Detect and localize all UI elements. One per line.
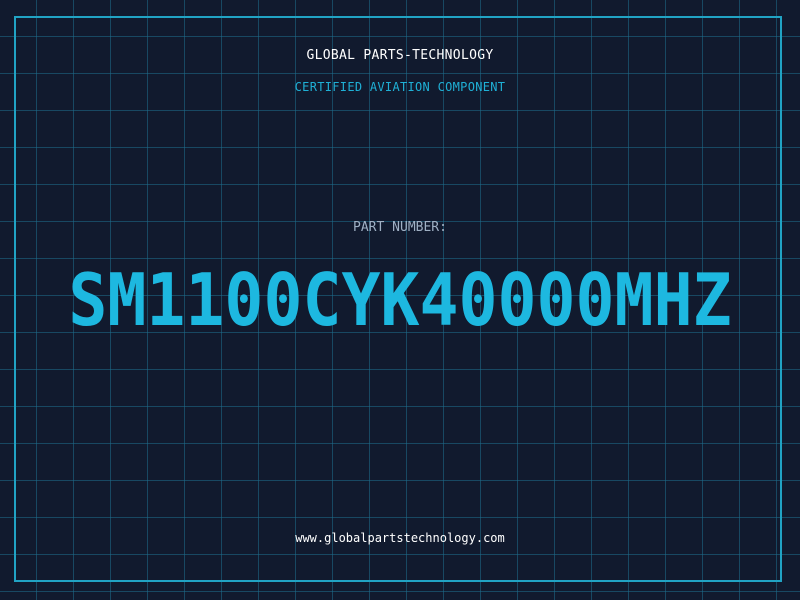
- brand-subtitle: CERTIFIED AVIATION COMPONENT: [294, 80, 506, 94]
- part-number-value: SM1100CYK40000MHZ: [68, 258, 732, 342]
- website-url: www.globalpartstechnology.com: [295, 531, 505, 545]
- part-number-label: PART NUMBER:: [353, 220, 447, 235]
- brand-title: GLOBAL PARTS-TECHNOLOGY: [306, 48, 494, 63]
